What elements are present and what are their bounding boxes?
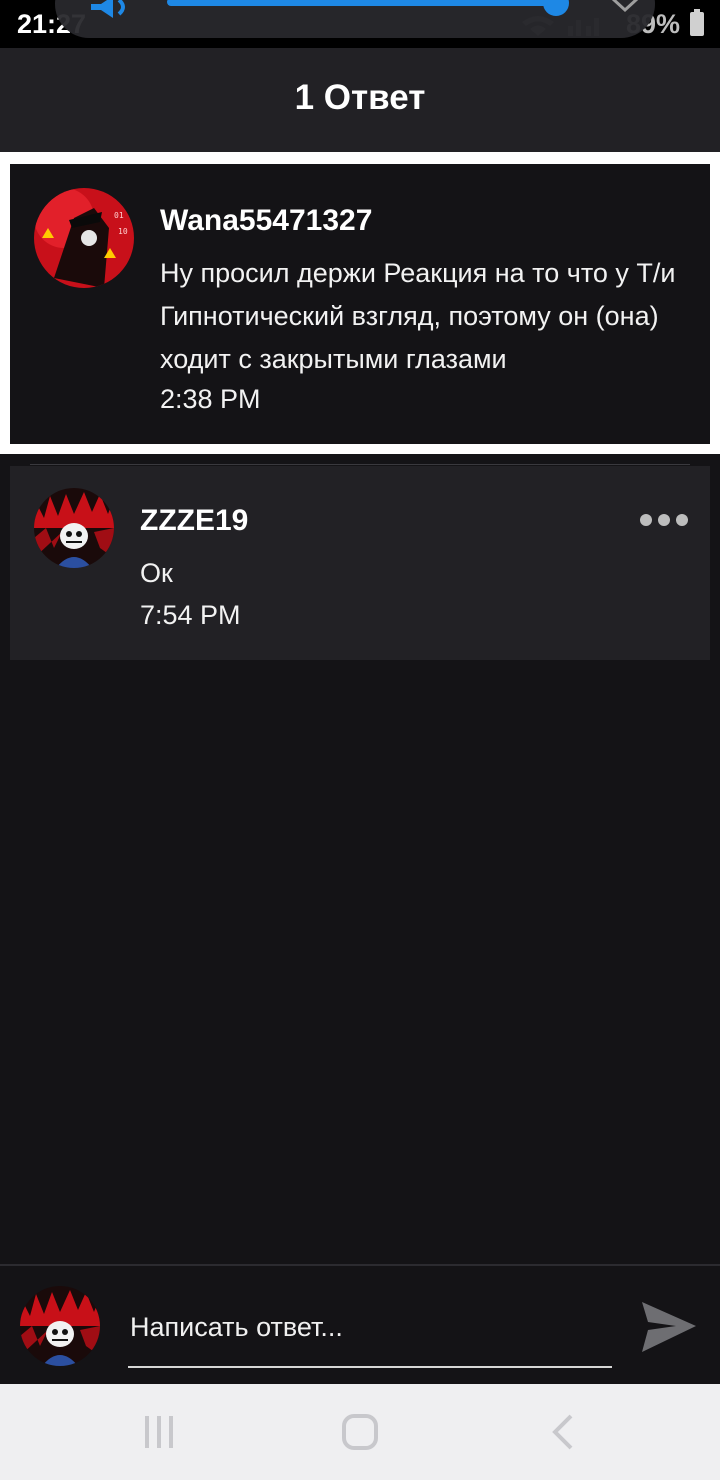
send-icon[interactable] — [638, 1296, 700, 1358]
avatar-image — [20, 1286, 100, 1366]
reply-compose-bar: Написать ответ... — [0, 1264, 720, 1386]
replies-header: 1 Ответ — [0, 48, 720, 152]
recent-apps-icon[interactable] — [139, 1412, 179, 1452]
more-icon-dot — [658, 514, 670, 526]
reply-input-placeholder: Написать ответ... — [130, 1312, 343, 1342]
avatar — [20, 1286, 100, 1366]
divider — [30, 464, 690, 465]
reply-item[interactable]: ZZZE19 Ок 7:54 PM — [10, 466, 710, 660]
page-title: 1 Ответ — [294, 78, 426, 117]
volume-slider-thumb[interactable] — [543, 0, 569, 16]
back-icon[interactable] — [543, 1412, 583, 1452]
avatar[interactable]: 01 10 — [34, 188, 134, 288]
avatar[interactable] — [34, 488, 114, 568]
volume-panel[interactable] — [55, 0, 655, 38]
battery-icon — [690, 9, 704, 36]
parent-comment[interactable]: 01 10 Wana55471327 Ну просил держи Реакц… — [10, 164, 710, 444]
chevron-down-icon[interactable] — [610, 0, 640, 16]
more-options-button[interactable] — [638, 512, 690, 528]
username[interactable]: ZZZE19 — [140, 504, 248, 538]
volume-slider-track[interactable] — [167, 0, 557, 6]
avatar-image — [34, 488, 114, 568]
comment-text: Ну просил держи Реакция на то что у Т/и … — [160, 258, 684, 374]
more-icon-dot — [676, 514, 688, 526]
home-icon[interactable] — [340, 1412, 380, 1452]
svg-text:01: 01 — [114, 211, 124, 220]
more-icon — [640, 514, 652, 526]
comment-time: 7:54 PM — [140, 600, 241, 630]
comment-text: Ок — [140, 558, 173, 588]
speaker-icon[interactable] — [87, 0, 135, 32]
reply-input[interactable]: Написать ответ... — [128, 1304, 612, 1368]
system-navigation-bar — [0, 1384, 720, 1480]
parent-comment-frame: 01 10 Wana55471327 Ну просил держи Реакц… — [0, 152, 720, 454]
username[interactable]: Wana55471327 — [160, 204, 372, 238]
avatar-image: 01 10 — [34, 188, 134, 288]
comment-time: 2:38 PM — [160, 384, 261, 414]
svg-text:10: 10 — [118, 227, 128, 236]
